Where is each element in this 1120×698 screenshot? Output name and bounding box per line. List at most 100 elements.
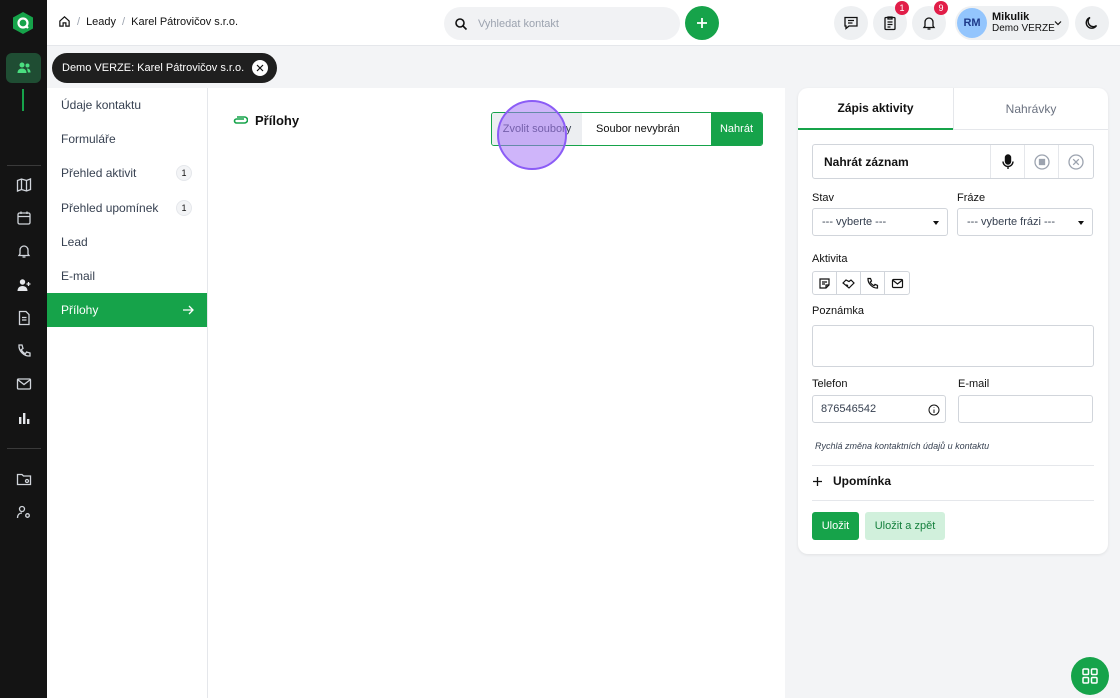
note-icon	[819, 277, 830, 289]
menu-item-email[interactable]: E-mail	[47, 259, 207, 293]
rail-divider	[7, 448, 41, 449]
tasks-badge: 1	[895, 1, 909, 15]
home-icon[interactable]	[58, 15, 71, 28]
user-company: Demo VERZE	[992, 23, 1055, 34]
tasks-button[interactable]: 1	[873, 1, 909, 40]
phrase-select[interactable]: --- vyberte frázi ---	[957, 208, 1093, 236]
app-logo-icon[interactable]	[12, 11, 34, 35]
menu-item-reminders[interactable]: Přehled upomínek 1	[47, 191, 207, 225]
breadcrumb: / Leady / Karel Pátrovičov s.r.o.	[58, 15, 238, 28]
upload-button[interactable]: Nahrát	[711, 113, 762, 145]
contact-update-hint: Rychlá změna kontaktních údajů u kontakt…	[815, 441, 990, 451]
record-cancel-button[interactable]	[1059, 145, 1093, 178]
rail-user-settings-button[interactable]	[6, 497, 41, 527]
contact-tab-label: Demo VERZE: Karel Pátrovičov s.r.o.	[62, 62, 245, 74]
breadcrumb-contact: Karel Pátrovičov s.r.o.	[131, 15, 239, 28]
status-select[interactable]: --- vyberte ---	[812, 208, 948, 236]
menu-item-label: Lead	[61, 235, 88, 249]
menu-item-forms[interactable]: Formuláře	[47, 122, 207, 156]
note-textarea[interactable]	[812, 325, 1094, 367]
calendar-icon	[16, 211, 31, 225]
apps-grid-button[interactable]	[1071, 657, 1109, 695]
record-stop-button[interactable]	[1025, 145, 1059, 178]
phone-label: Telefon	[812, 378, 848, 390]
rail-documents-button[interactable]	[6, 303, 41, 333]
user-add-icon	[17, 279, 30, 291]
plus-icon	[697, 18, 707, 28]
open-contact-tab[interactable]: Demo VERZE: Karel Pátrovičov s.r.o.	[52, 53, 278, 83]
phrase-label: Fráze	[957, 192, 986, 204]
handshake-icon	[842, 278, 855, 289]
top-header: / Leady / Karel Pátrovičov s.r.o. 1 9 RM…	[47, 0, 1120, 46]
save-and-back-button[interactable]: Uložit a zpět	[865, 512, 945, 540]
theme-toggle-button[interactable]	[1075, 6, 1109, 40]
menu-item-count: 1	[176, 200, 192, 216]
activity-email-button[interactable]	[885, 272, 909, 294]
tab-activity-log[interactable]: Zápis aktivity	[798, 88, 953, 130]
tab-recordings[interactable]: Nahrávky	[953, 88, 1108, 130]
rail-active-indicator	[22, 89, 24, 111]
rail-reminders-button[interactable]	[6, 236, 41, 266]
add-reminder-toggle[interactable]: Upomínka	[812, 474, 891, 488]
activity-tabs: Zápis aktivity Nahrávky	[798, 88, 1108, 130]
info-icon[interactable]	[928, 404, 940, 416]
microphone-icon	[1001, 153, 1014, 169]
messages-button[interactable]	[834, 6, 868, 40]
email-label: E-mail	[958, 378, 990, 390]
rail-leads-button[interactable]	[6, 270, 41, 300]
menu-item-attachments[interactable]: Přílohy	[47, 293, 207, 327]
notifications-badge: 9	[934, 1, 948, 15]
close-circle-icon	[1068, 153, 1084, 170]
divider	[812, 465, 1094, 466]
message-icon	[844, 16, 858, 30]
rail-stats-button[interactable]	[6, 403, 41, 433]
choose-files-button[interactable]: Zvolit soubory	[492, 113, 582, 145]
phone-field[interactable]: 876546542	[812, 395, 946, 423]
avatar: RM	[957, 8, 987, 38]
mail-icon	[891, 278, 903, 288]
app-rail	[0, 0, 47, 698]
folder-settings-icon	[16, 473, 31, 486]
menu-item-label: E-mail	[61, 269, 96, 283]
status-label: Stav	[812, 192, 835, 204]
stop-icon	[1033, 153, 1050, 170]
rail-email-button[interactable]	[6, 369, 41, 399]
activity-meeting-button[interactable]	[837, 272, 861, 294]
menu-item-label: Přehled upomínek	[61, 201, 159, 215]
caret-down-icon	[933, 221, 939, 225]
rail-contacts-button[interactable]	[6, 53, 41, 83]
rail-calls-button[interactable]	[6, 336, 41, 366]
notifications-button[interactable]: 9	[912, 1, 948, 40]
user-menu[interactable]: RM Mikulik Demo VERZE	[955, 6, 1069, 40]
clipboard-icon	[884, 16, 896, 31]
search-input[interactable]	[478, 17, 658, 30]
users-icon	[17, 62, 30, 73]
activity-call-button[interactable]	[861, 272, 885, 294]
rail-folders-button[interactable]	[6, 464, 41, 494]
save-button[interactable]: Uložit	[812, 512, 859, 540]
activity-type-group	[812, 271, 910, 295]
email-field[interactable]	[958, 395, 1093, 423]
contact-tab-close-button[interactable]	[252, 60, 269, 76]
record-mic-button[interactable]	[991, 145, 1025, 178]
contact-menu: Údaje kontaktu Formuláře Přehled aktivit…	[47, 88, 207, 698]
user-name: Mikulik	[992, 11, 1030, 23]
caret-down-icon	[1078, 221, 1084, 225]
file-upload: Zvolit soubory Soubor nevybrán Nahrát	[491, 112, 763, 146]
activity-panel: Zápis aktivity Nahrávky Nahrát záznam St…	[798, 88, 1108, 554]
rail-calendar-button[interactable]	[6, 203, 41, 233]
menu-item-label: Údaje kontaktu	[61, 98, 142, 112]
selected-file-name: Soubor nevybrán	[596, 123, 680, 135]
breadcrumb-leads[interactable]: Leady	[86, 16, 116, 28]
menu-item-label: Formuláře	[61, 132, 116, 146]
mail-icon	[16, 378, 31, 390]
record-label: Nahrát záznam	[813, 145, 991, 178]
add-button[interactable]	[685, 6, 719, 40]
rail-map-button[interactable]	[6, 170, 41, 200]
contact-search[interactable]	[444, 7, 680, 40]
paperclip-icon	[233, 115, 248, 124]
menu-item-lead[interactable]: Lead	[47, 225, 207, 259]
menu-item-contact-details[interactable]: Údaje kontaktu	[47, 88, 207, 122]
activity-note-button[interactable]	[813, 272, 837, 294]
menu-item-activities[interactable]: Přehled aktivit 1	[47, 156, 207, 190]
